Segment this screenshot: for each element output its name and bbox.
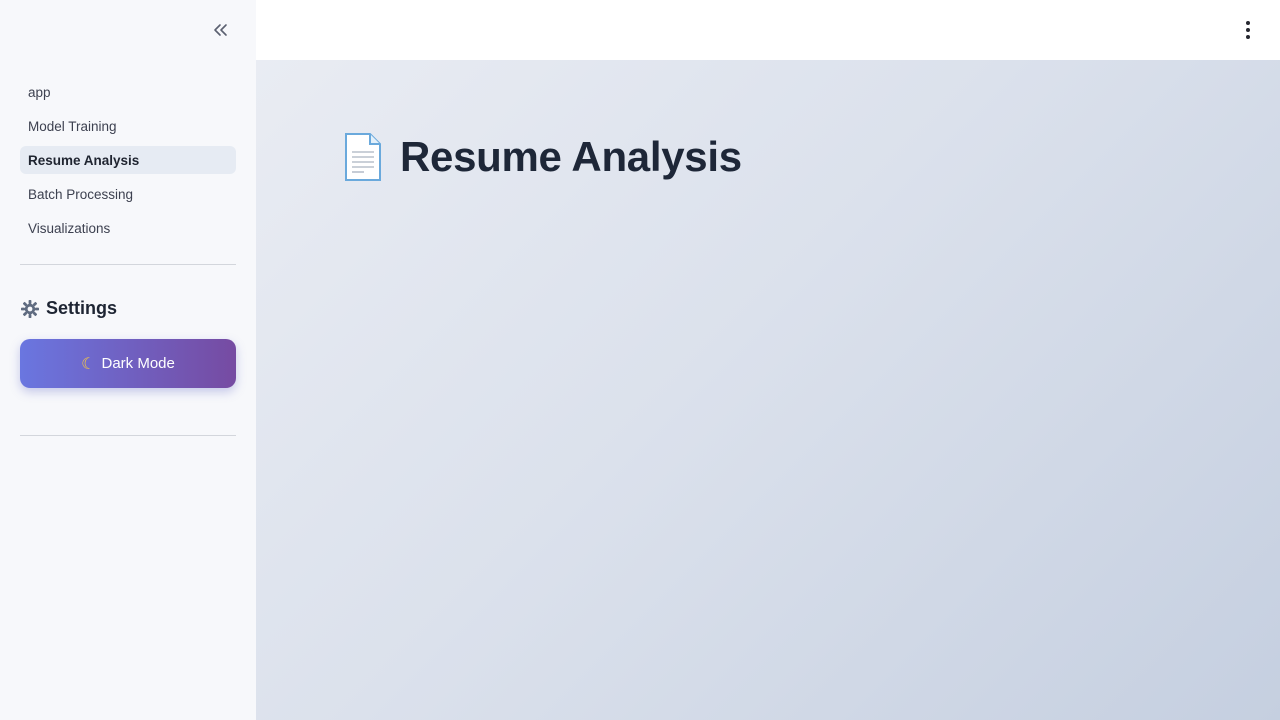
sidebar-item-resume-analysis[interactable]: Resume Analysis xyxy=(20,146,236,174)
app-root: app Model Training Resume Analysis Batch… xyxy=(0,0,1280,720)
dark-mode-button[interactable]: ☾ Dark Mode xyxy=(20,339,236,388)
sidebar-item-label: app xyxy=(28,84,51,100)
sidebar-item-label: Visualizations xyxy=(28,220,111,236)
sidebar-item-label: Model Training xyxy=(28,118,117,134)
sidebar: app Model Training Resume Analysis Batch… xyxy=(0,0,256,720)
sidebar-item-model-training[interactable]: Model Training xyxy=(20,112,236,140)
dark-mode-label: Dark Mode xyxy=(101,355,175,372)
sidebar-item-label: Batch Processing xyxy=(28,186,134,202)
settings-heading: Settings xyxy=(20,298,117,319)
settings-title: Settings xyxy=(46,298,118,318)
kebab-menu-icon[interactable] xyxy=(1236,18,1260,42)
moon-icon: ☾ xyxy=(81,355,96,373)
top-header xyxy=(256,0,1280,60)
page-title: Resume Analysis xyxy=(400,133,742,180)
gear-icon xyxy=(21,299,39,318)
chevron-double-left-icon xyxy=(214,24,227,36)
document-icon xyxy=(345,133,381,181)
sidebar-divider xyxy=(20,435,236,436)
sidebar-divider xyxy=(20,264,236,265)
page-title-row: Resume Analysis xyxy=(340,132,742,182)
sidebar-item-visualizations[interactable]: Visualizations xyxy=(20,214,236,242)
sidebar-item-batch-processing[interactable]: Batch Processing xyxy=(20,180,236,208)
collapse-sidebar-button[interactable] xyxy=(206,16,234,44)
sidebar-item-app[interactable]: app xyxy=(20,78,236,106)
main-content: Resume Analysis xyxy=(256,60,1280,720)
sidebar-nav: app Model Training Resume Analysis Batch… xyxy=(20,78,236,248)
sidebar-item-label: Resume Analysis xyxy=(28,152,140,168)
